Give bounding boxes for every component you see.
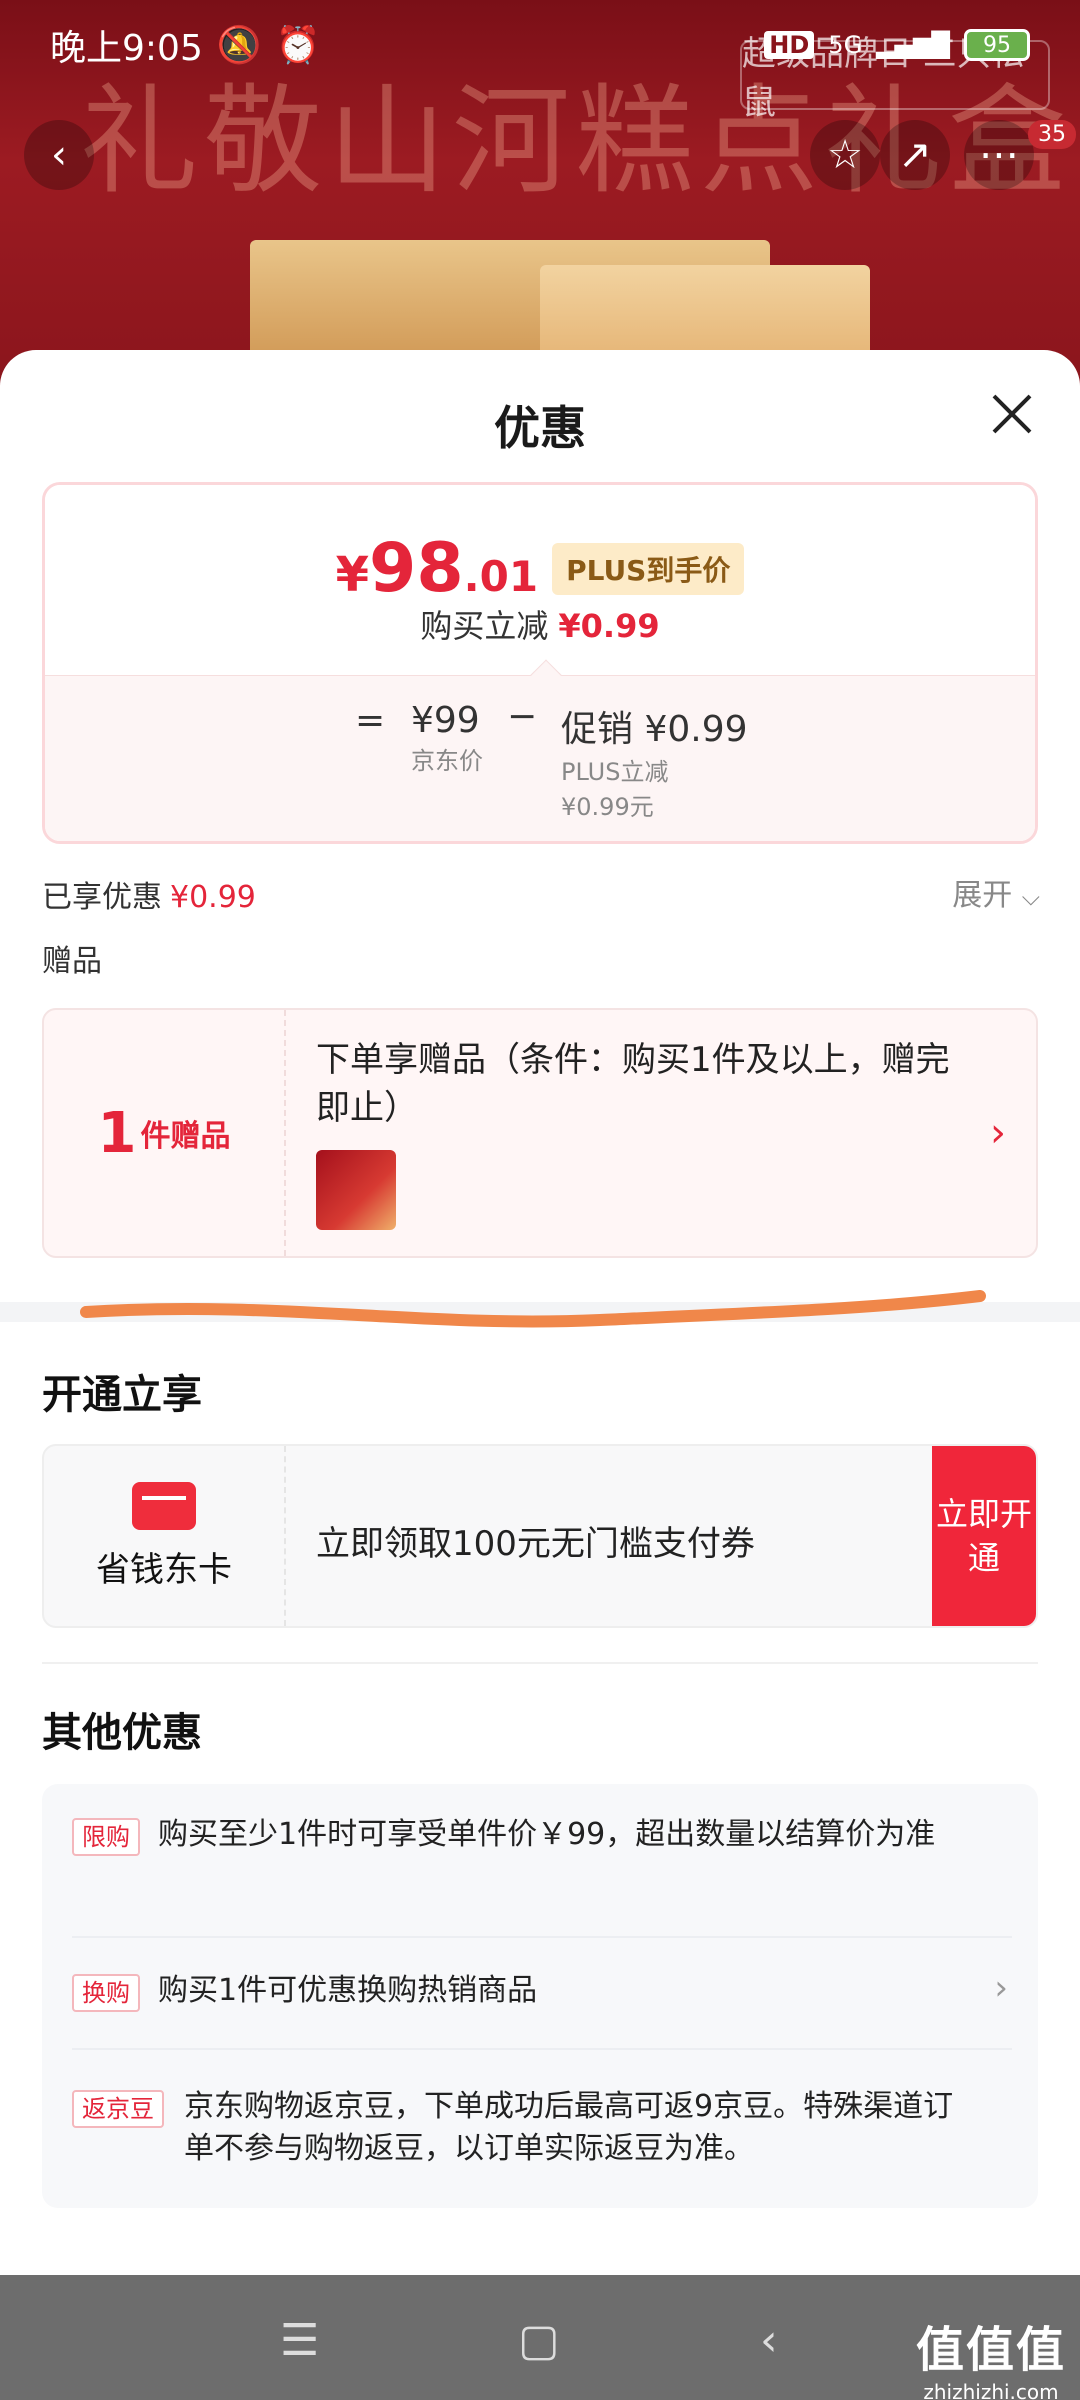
other-offers-list: 限购 购买至少1件时可享受单件价￥99，超出数量以结算价为准 换购 购买1件可优… [42,1784,1038,2208]
back-button[interactable]: ‹ [24,120,94,190]
discount-sheet: 优惠 ¥98.01 PLUS到手价 购买立减¥0.99 = ¥99 京东价 − [0,350,1080,2275]
offer-text: 购买1件可优惠换购热销商品 [158,1973,538,2008]
gift-count-unit: 件赠品 [140,1119,231,1154]
expand-label: 展开 [952,878,1013,913]
card-label: 省钱东卡 [96,1549,232,1590]
gift-thumbnail[interactable] [316,1150,396,1230]
alarm-icon: ⏰ [275,25,321,66]
card-icon [132,1481,196,1530]
final-price: ¥98.01 [336,529,538,608]
gift-section-label: 赠品 [42,944,102,979]
card-offer-description: 立即领取100元无门槛支付券 [316,1524,755,1564]
minus-sign: − [507,696,538,737]
list-divider [72,1936,1012,1938]
plus-price-tag: PLUS到手价 [552,542,745,595]
offer-text: 购买至少1件时可享受单件价￥99，超出数量以结算价为准 [158,1817,936,1852]
gift-description: 下单享赠品（条件：购买1件及以上，赠完即止） [316,1040,950,1128]
offer-tag: 返京豆 [72,2090,164,2128]
status-time: 晚上9:05 [50,28,203,69]
enjoyed-value: ¥0.99 [170,880,256,915]
offer-tag: 换购 [72,1974,140,2012]
battery-level: 95 [983,32,1011,58]
site-watermark: 值值值 zhizhizhi.com [916,2310,1066,2400]
open-section-title: 开通立享 [42,1372,202,1418]
offer-text: 京东购物返京豆，下单成功后最高可返9京豆。特殊渠道订单不参与购物返豆，以订单实际… [184,2089,954,2166]
notification-badge: 35 [1028,120,1076,149]
offer-tag: 限购 [72,1818,140,1856]
battery-icon: 95 [964,29,1030,61]
back-nav-icon[interactable]: ‹ [760,2315,778,2366]
chevron-right-icon: › [994,1968,1008,2008]
enjoyed-label: 已享优惠 [42,880,162,915]
share-button[interactable]: ↗ [880,120,950,190]
sheet-title: 优惠 [494,401,586,455]
chevron-right-icon: › [990,1110,1006,1156]
menu-icon[interactable]: ☰ [280,2315,319,2366]
list-divider [72,2048,1012,2050]
equals-sign: = [355,700,386,741]
expand-toggle[interactable]: 展开 ⌵ [952,870,1040,914]
divider [42,1662,1038,1664]
close-icon[interactable] [988,390,1036,438]
jd-price-label: 京东价 [411,747,483,775]
reduce-row: 购买立减 ¥0.99 [45,601,1035,647]
hand-drawn-stroke [80,1290,986,1328]
reduce-value: ¥0.99 [558,607,660,645]
reduce-label: 购买立减 [420,607,549,645]
network-label: 5G [828,31,863,59]
gift-count-number: 1 [97,1100,137,1166]
membership-card-offer[interactable]: 省钱东卡 立即领取100元无门槛支付券 立即开通 [42,1444,1038,1628]
signal-icon: ▂▄▆█ [876,31,950,59]
plus-reduce-label: PLUS立减 [561,758,669,786]
gift-count: 1 件赠品 [44,1010,286,1256]
chevron-down-icon: ⌵ [1021,883,1040,911]
promo-value: ¥0.99 [644,709,748,750]
jd-price-value: ¥99 [411,700,480,741]
promo-label: 促销 [561,709,634,750]
enjoyed-discount: 已享优惠 ¥0.99 [42,872,256,916]
plus-reduce-value: ¥0.99元 [561,793,654,821]
price-formula: = ¥99 京东价 − 促销 ¥0.99 PLUS立减 ¥0.99元 [45,659,1035,841]
price-card: ¥98.01 PLUS到手价 购买立减 ¥0.99 = ¥99 京东价 − 促销 … [42,482,1038,844]
price-integer: 98 [369,529,464,608]
price-decimal: .01 [463,552,539,601]
open-membership-button[interactable]: 立即开通 [932,1446,1036,1626]
watermark-url: zhizhizhi.com [923,2380,1059,2400]
home-icon[interactable]: ▢ [518,2315,560,2366]
more-button[interactable]: ⋯ [964,120,1034,190]
hd-icon: HD [764,31,815,59]
price-currency: ¥ [335,547,370,603]
favorite-button[interactable]: ☆ [810,120,880,190]
status-bar: 晚上9:05 🔕 ⏰ HD 5G ▂▄▆█ 95 [0,0,1080,90]
other-section-title: 其他优惠 [42,1710,202,1756]
mute-icon: 🔕 [216,25,262,66]
gift-card[interactable]: 1 件赠品 下单享赠品（条件：购买1件及以上，赠完即止） › [42,1008,1038,1258]
watermark-text: 值值值 [915,2322,1066,2378]
